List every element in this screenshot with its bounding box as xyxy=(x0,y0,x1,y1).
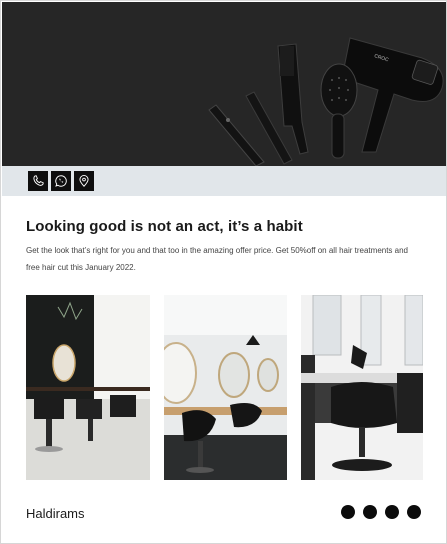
gallery-image-3[interactable] xyxy=(301,295,423,480)
location-button[interactable] xyxy=(74,171,94,191)
whatsapp-icon xyxy=(55,175,67,187)
phone-icon xyxy=(33,175,44,186)
phone-button[interactable] xyxy=(28,171,48,191)
gallery-image-1[interactable] xyxy=(26,295,150,480)
hero-image: CROC xyxy=(2,2,446,166)
gallery-image-2[interactable] xyxy=(164,295,287,480)
carousel-dot-1[interactable] xyxy=(341,505,355,519)
brand-name: Haldirams xyxy=(26,506,85,521)
carousel-dot-4[interactable] xyxy=(407,505,421,519)
location-pin-icon xyxy=(79,175,89,187)
carousel-dot-2[interactable] xyxy=(363,505,377,519)
promo-headline: Looking good is not an act, it’s a habit xyxy=(26,218,303,235)
whatsapp-button[interactable] xyxy=(51,171,71,191)
promo-description: Get the look that’s right for you and th… xyxy=(26,246,409,272)
contact-bar xyxy=(2,166,446,196)
promo-card: CROC Looking good is not an act, it’s a … xyxy=(0,0,447,544)
carousel-dot-3[interactable] xyxy=(385,505,399,519)
